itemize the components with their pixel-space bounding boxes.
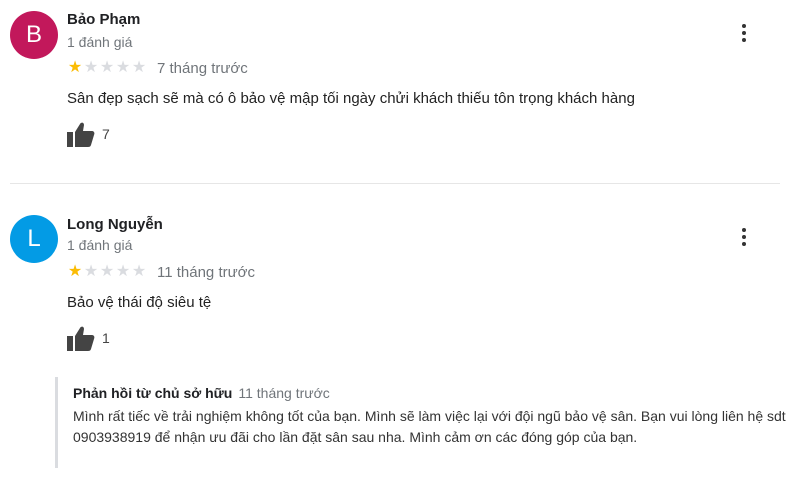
review-time: 11 tháng trước xyxy=(157,264,255,281)
thumbs-up-icon xyxy=(67,326,95,351)
more-vert-icon[interactable] xyxy=(737,226,751,248)
owner-reply-header: Phản hồi từ chủ sở hữu 11 tháng trước xyxy=(73,385,330,401)
reviewer-name[interactable]: Long Nguyễn xyxy=(67,216,163,233)
star-empty-icon: ★ xyxy=(99,263,115,280)
avatar[interactable]: L xyxy=(10,215,58,263)
star-empty-icon: ★ xyxy=(115,263,131,280)
owner-reply-text: Mình rất tiếc về trải nghiệm không tốt c… xyxy=(73,408,786,445)
review-count: 1 đánh giá xyxy=(67,237,133,253)
owner-reply-time: 11 tháng trước xyxy=(238,385,330,401)
review-card: L Long Nguyễn 1 đánh giá ★ ★ ★ ★ ★ 11 tháng … xyxy=(0,0,800,493)
owner-reply: Phản hồi từ chủ sở hữu 11 tháng trước Mìn… xyxy=(55,377,793,468)
like-count: 1 xyxy=(102,330,110,346)
star-filled-icon: ★ xyxy=(67,263,83,280)
star-rating: ★ ★ ★ ★ ★ xyxy=(67,264,147,280)
review-text: Bảo vệ thái độ siêu tệ xyxy=(67,294,212,311)
star-empty-icon: ★ xyxy=(131,263,147,280)
like-button[interactable]: 1 xyxy=(67,326,110,352)
star-empty-icon: ★ xyxy=(83,263,99,280)
owner-reply-title: Phản hồi từ chủ sở hữu xyxy=(73,385,233,401)
